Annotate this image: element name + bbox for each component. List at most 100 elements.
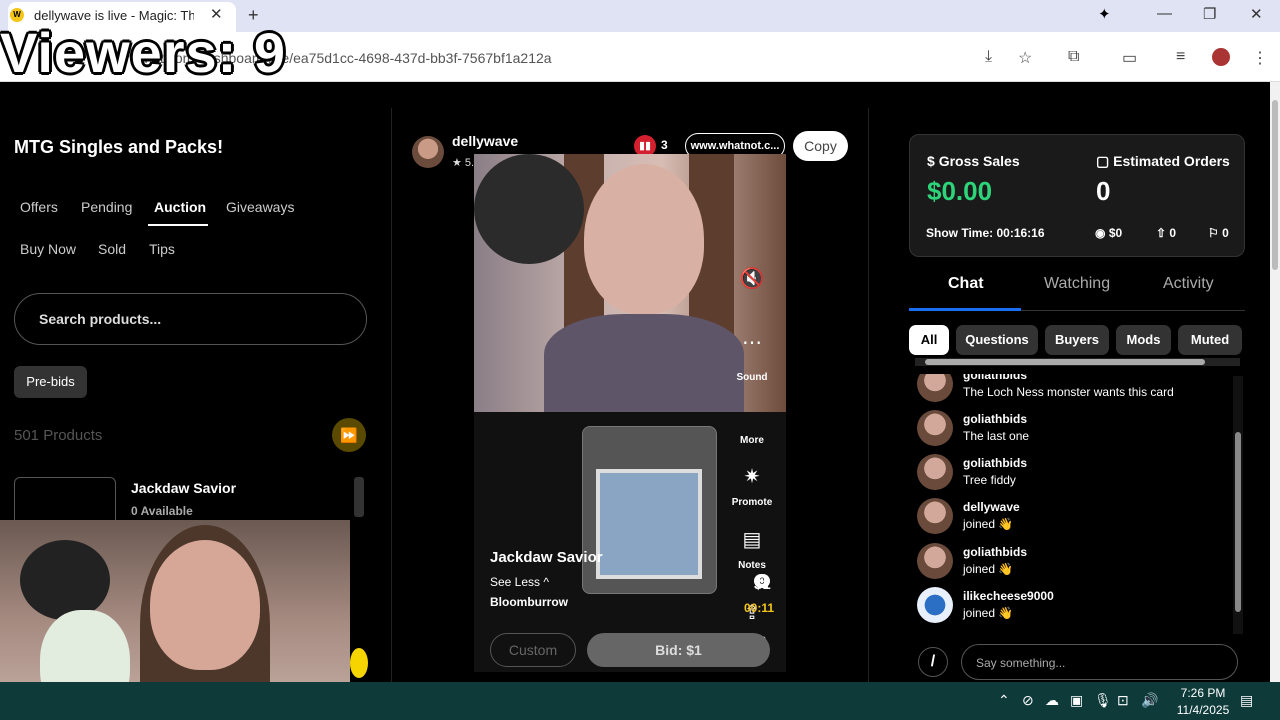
auction-item-set: Bloomburrow: [490, 595, 568, 609]
product-list-scrollbar[interactable]: [354, 477, 364, 517]
avatar[interactable]: [917, 410, 953, 446]
tips-value: $0: [1108, 226, 1123, 240]
promote-icon[interactable]: ✷: [732, 464, 772, 489]
filter-mods[interactable]: Mods: [1116, 325, 1171, 355]
gross-sales-value: $0.00: [927, 176, 993, 206]
bid-button[interactable]: Bid: $1: [587, 633, 770, 667]
chat-username[interactable]: goliathbids: [963, 456, 1027, 470]
show-time-value: 00:16:16: [996, 226, 1045, 240]
page-scrollbar-thumb[interactable]: [1272, 100, 1278, 270]
chat-text: The last one: [963, 429, 1030, 443]
host-avatar[interactable]: [412, 136, 444, 168]
custom-bid-button[interactable]: Custom: [490, 633, 576, 667]
sound-label: Sound: [736, 372, 768, 383]
store-title: MTG Singles and Packs!: [14, 137, 224, 157]
commands-button[interactable]: /: [918, 647, 948, 677]
chrome-menu-icon[interactable]: ⋮: [1252, 48, 1268, 68]
copy-button[interactable]: Copy: [793, 131, 848, 161]
video-figure: [544, 314, 744, 414]
avatar[interactable]: [917, 374, 953, 402]
viewer-count: 3: [661, 138, 668, 152]
auction-item-title: Jackdaw Savior: [490, 549, 603, 566]
wifi-icon[interactable]: ⊡: [1117, 692, 1129, 709]
chat-text: joined 👋: [963, 517, 1014, 531]
see-less-toggle[interactable]: See Less ^: [490, 575, 549, 589]
chat-message: goliathbids joined 👋: [917, 543, 1227, 587]
more-icon[interactable]: ⋯: [732, 330, 772, 355]
network-off-icon[interactable]: ⊘: [1022, 692, 1034, 709]
chat-list: goliathbids The Loch Ness monster wants …: [909, 374, 1229, 634]
tab-buy-now[interactable]: Buy Now: [20, 241, 76, 257]
column-divider: [391, 108, 392, 682]
products-count: 501 Products: [14, 427, 103, 444]
clock-time[interactable]: 7:26 PM: [1168, 686, 1238, 700]
chat-username[interactable]: dellywave: [963, 500, 1020, 514]
fast-forward-icon[interactable]: ⏩: [332, 418, 366, 452]
maximize-button[interactable]: ❐: [1203, 5, 1216, 23]
card-image: [596, 469, 702, 579]
avatar[interactable]: [917, 454, 953, 490]
bookmark-star-icon[interactable]: ☆: [1018, 48, 1032, 68]
viewers-overlay: Viewers: 9: [0, 21, 287, 84]
chat-text: Tree fiddy: [963, 473, 1016, 487]
avatar[interactable]: [917, 587, 953, 623]
active-chat-tab-indicator: [909, 308, 1021, 311]
chat-username[interactable]: goliathbids: [963, 412, 1027, 426]
notes-icon[interactable]: ▤: [732, 527, 772, 552]
cast-icon[interactable]: ▭: [1122, 48, 1137, 68]
promote-label: Promote: [731, 497, 773, 508]
chat-message: goliathbids The Loch Ness monster wants …: [917, 374, 1227, 410]
tab-activity[interactable]: Activity: [1163, 275, 1214, 293]
cloud-icon[interactable]: ☁: [1045, 692, 1059, 709]
notes-label: Notes: [738, 560, 766, 571]
minimize-button[interactable]: —: [1157, 5, 1172, 22]
tab-chat[interactable]: Chat: [948, 275, 984, 293]
clock-date[interactable]: 11/4/2025: [1168, 703, 1238, 717]
gross-sales-label: $ Gross Sales: [927, 153, 1020, 169]
tab-sold[interactable]: Sold: [98, 241, 126, 257]
microphone-icon[interactable]: 🎙: [1094, 692, 1112, 709]
tab-pending[interactable]: Pending: [81, 199, 132, 215]
extensions-icon[interactable]: ⧉: [1068, 48, 1079, 66]
yellow-fab[interactable]: [350, 648, 368, 678]
estimated-orders-label-text: Estimated Orders: [1113, 153, 1230, 169]
video-figure: [584, 164, 704, 314]
chat-scrollbar-thumb[interactable]: [1235, 432, 1241, 612]
chat-input[interactable]: Say something...: [961, 644, 1238, 680]
chat-username[interactable]: ilikecheese9000: [963, 589, 1054, 603]
tab-giveaways[interactable]: Giveaways: [226, 199, 294, 215]
filter-all[interactable]: All: [909, 325, 949, 355]
product-name[interactable]: Jackdaw Savior: [131, 480, 236, 496]
sound-icon[interactable]: 🔇: [732, 266, 772, 291]
device-icon[interactable]: ▣: [1070, 692, 1083, 709]
close-window-button[interactable]: ✕: [1250, 5, 1263, 23]
tab-auction[interactable]: Auction: [154, 199, 206, 215]
chat-text: joined 👋: [963, 562, 1014, 576]
tab-offers[interactable]: Offers: [20, 199, 58, 215]
avatar[interactable]: [917, 543, 953, 579]
notifications-icon[interactable]: ▤: [1240, 692, 1253, 709]
profile-avatar[interactable]: [1212, 48, 1230, 66]
chat-username[interactable]: goliathbids: [963, 374, 1027, 382]
media-control-icon[interactable]: ≡: [1176, 48, 1185, 66]
filter-scrollbar-thumb[interactable]: [925, 359, 1205, 365]
gemini-sparkle-icon[interactable]: ✦: [1098, 5, 1111, 23]
tab-tips[interactable]: Tips: [149, 241, 175, 257]
filter-questions[interactable]: Questions: [956, 325, 1038, 355]
chevron-up-icon[interactable]: ⌃: [998, 692, 1010, 709]
chat-username[interactable]: goliathbids: [963, 545, 1027, 559]
search-placeholder: Search products...: [39, 311, 162, 327]
active-tab-indicator: [148, 224, 208, 226]
tab-watching[interactable]: Watching: [1044, 275, 1110, 293]
shares-stat: ⇧ 0: [1156, 226, 1177, 240]
filter-buyers[interactable]: Buyers: [1045, 325, 1109, 355]
filter-muted[interactable]: Muted: [1178, 325, 1242, 355]
install-app-icon[interactable]: ⤓: [985, 48, 992, 66]
avatar[interactable]: [917, 498, 953, 534]
tips-stat: ◉ $0: [1095, 226, 1123, 240]
chat-message: ilikecheese9000 joined 👋: [917, 587, 1227, 631]
speaker-icon[interactable]: 🔊: [1141, 692, 1158, 709]
host-name[interactable]: dellywave: [452, 133, 518, 149]
prebids-button[interactable]: Pre-bids: [14, 366, 87, 398]
product-search-input[interactable]: Search products...: [14, 293, 367, 345]
